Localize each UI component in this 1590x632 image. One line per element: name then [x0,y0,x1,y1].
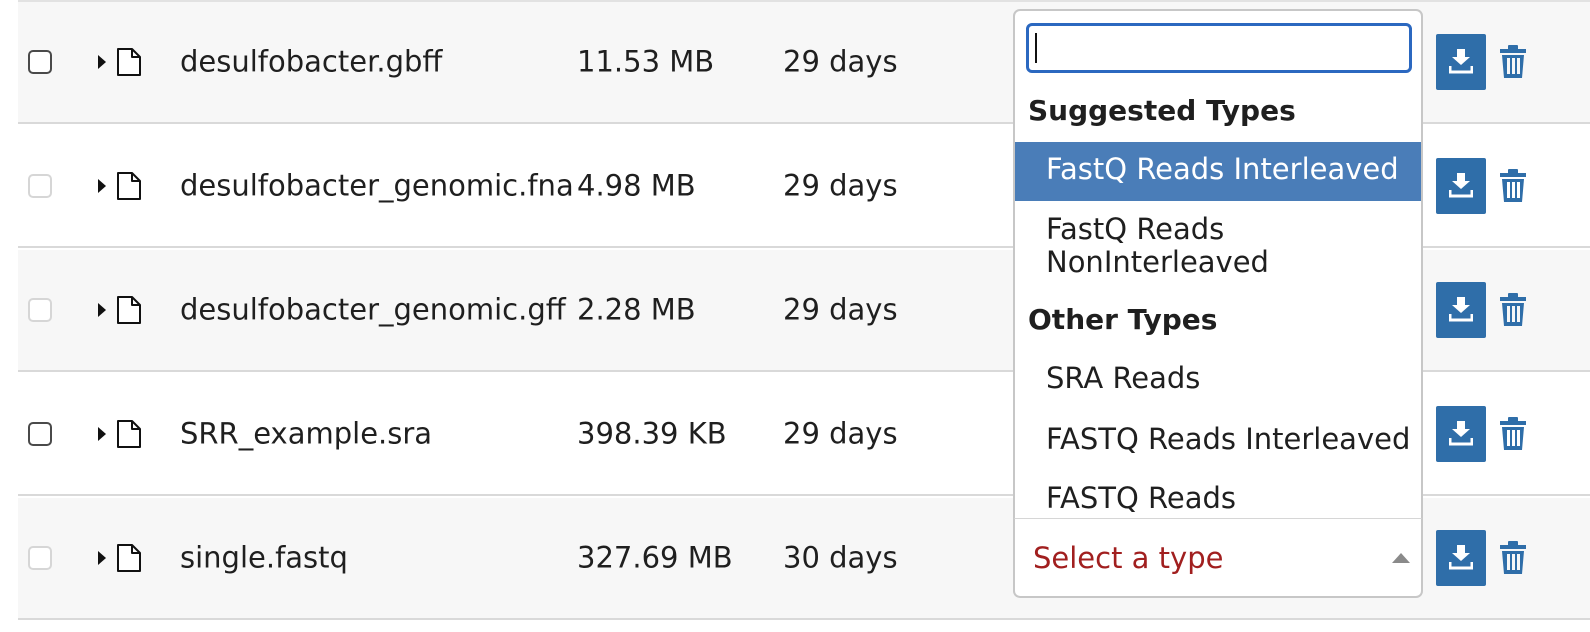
file-date: 29 days [783,292,898,327]
file-size: 398.39 KB [577,416,727,451]
caret-right-icon[interactable] [98,303,106,317]
caret-right-icon[interactable] [98,179,106,193]
text-cursor [1035,33,1037,63]
file-icon [117,172,141,200]
download-button[interactable] [1436,530,1486,586]
group-label-suggested: Suggested Types [1028,94,1296,127]
download-button[interactable] [1436,34,1486,90]
download-button[interactable] [1436,158,1486,214]
download-icon [1449,49,1473,74]
file-icon [117,544,141,572]
caret-right-icon[interactable] [98,551,106,565]
file-date: 29 days [783,168,898,203]
trash-icon[interactable] [1498,169,1528,203]
download-icon [1449,297,1473,322]
download-icon [1449,545,1473,570]
type-search-input[interactable] [1026,23,1412,73]
type-select[interactable]: Select a type [1013,518,1423,598]
file-name: single.fastq [180,540,348,575]
option-fastq-reads-interleaved-upper[interactable]: FASTQ Reads Interleaved [1015,422,1421,456]
option-fastq-reads[interactable]: FASTQ Reads [1015,481,1421,515]
file-name: desulfobacter_genomic.fna [180,168,574,203]
file-date: 29 days [783,416,898,451]
row-checkbox[interactable] [28,422,52,446]
file-date: 30 days [783,540,898,575]
option-fastq-reads-noninterleaved[interactable]: FastQ Reads NonInterleaved [1015,212,1305,280]
file-date: 29 days [783,44,898,79]
row-checkbox[interactable] [28,174,52,198]
file-size: 2.28 MB [577,292,696,327]
file-size: 327.69 MB [577,540,733,575]
option-fastq-reads-interleaved[interactable]: FastQ Reads Interleaved [1015,142,1421,201]
trash-icon[interactable] [1498,293,1528,327]
option-sra-reads[interactable]: SRA Reads [1015,361,1421,395]
group-label-other: Other Types [1028,303,1218,336]
row-checkbox[interactable] [28,298,52,322]
file-name: desulfobacter_genomic.gff [180,292,566,327]
trash-icon[interactable] [1498,541,1528,575]
type-select-placeholder: Select a type [1033,540,1224,575]
caret-right-icon[interactable] [98,55,106,69]
file-icon [117,48,141,76]
download-button[interactable] [1436,282,1486,338]
file-size: 4.98 MB [577,168,696,203]
download-icon [1449,173,1473,198]
download-button[interactable] [1436,406,1486,462]
file-icon [117,296,141,324]
row-checkbox[interactable] [28,546,52,570]
file-icon [117,420,141,448]
file-size: 11.53 MB [577,44,715,79]
file-name: SRR_example.sra [180,416,433,451]
trash-icon[interactable] [1498,45,1528,79]
file-name: desulfobacter.gbff [180,44,443,79]
trash-icon[interactable] [1498,417,1528,451]
row-checkbox[interactable] [28,50,52,74]
caret-right-icon[interactable] [98,427,106,441]
type-dropdown-menu: Suggested Types FastQ Reads Interleaved … [1013,9,1423,518]
download-icon [1449,421,1473,446]
caret-up-icon[interactable] [1392,553,1410,563]
